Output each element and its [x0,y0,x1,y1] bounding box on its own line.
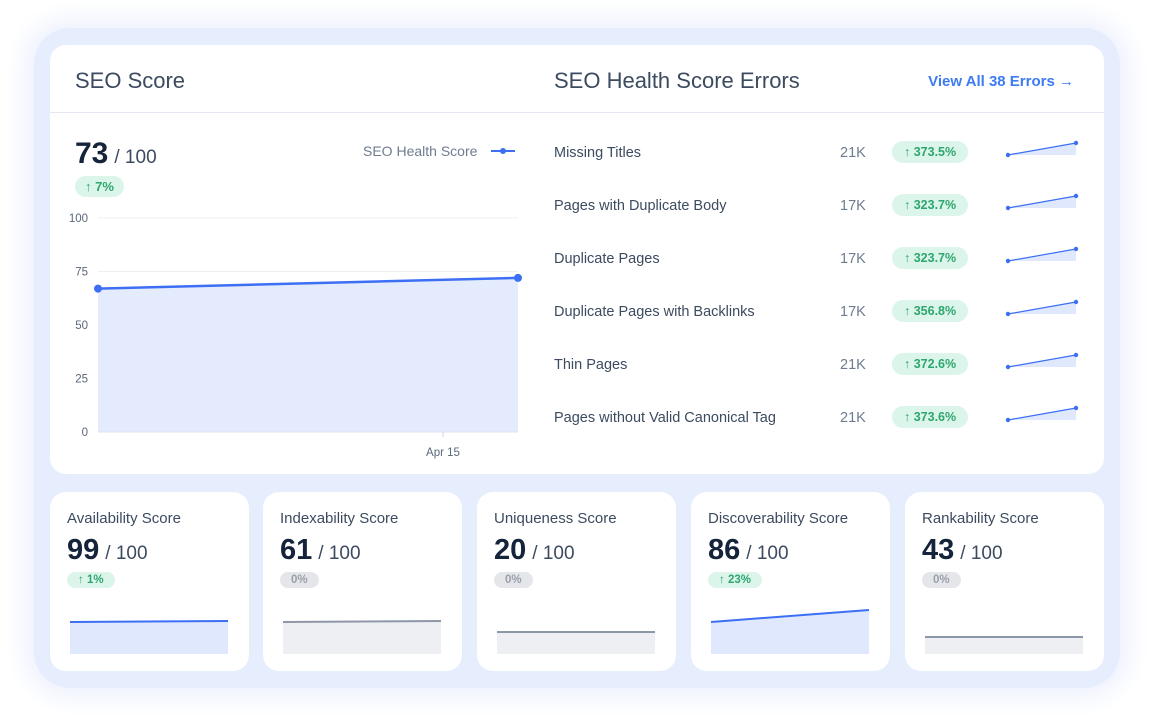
y-tick-label: 25 [75,374,88,386]
seo-score-value: 73/ 100 [75,137,157,170]
score-value: 99/ 100 [67,534,148,566]
area-fill [98,277,518,432]
error-change-badge: ↑ 323.7% [892,247,969,269]
score-title: Uniqueness Score [494,510,617,527]
error-label: Thin Pages [554,357,628,373]
error-sparkline [1005,299,1079,317]
score-value: 61/ 100 [280,534,361,566]
score-card: Uniqueness Score 20/ 100 0% [477,492,676,671]
score-sparkline [497,631,655,654]
error-count: 21K [840,145,866,161]
error-label: Pages without Valid Canonical Tag [554,410,776,426]
error-row[interactable]: Pages with Duplicate Body 17K ↑ 323.7% [554,193,1084,218]
y-tick-label: 100 [69,213,88,225]
error-row[interactable]: Pages without Valid Canonical Tag 21K ↑ … [554,405,1084,430]
error-sparkline [1005,352,1079,370]
error-change-badge: ↑ 323.7% [892,194,969,216]
score-sparkline [925,636,1083,654]
errors-title: SEO Health Score Errors [554,68,800,93]
error-change-badge: ↑ 373.6% [892,406,969,428]
score-title: Rankability Score [922,510,1039,527]
score-title: Indexability Score [280,510,399,527]
x-tick-label: Apr 15 [426,447,460,459]
score-value: 43/ 100 [922,534,1003,566]
data-point [94,284,102,293]
error-row[interactable]: Duplicate Pages 17K ↑ 323.7% [554,246,1084,271]
error-change-badge: ↑ 373.5% [892,141,969,163]
view-all-errors-link[interactable]: View All 38 Errors → [928,73,1074,90]
chart-legend: SEO Health Score [363,143,519,159]
error-count: 17K [840,198,866,214]
score-change-badge: 0% [280,572,319,588]
error-count: 21K [840,410,866,426]
score-change-badge: 0% [922,572,961,588]
legend-label: SEO Health Score [363,143,478,159]
score-card: Availability Score 99/ 100 ↑ 1% [50,492,249,671]
error-label: Pages with Duplicate Body [554,198,727,214]
seo-score-title: SEO Score [75,68,186,93]
error-row[interactable]: Missing Titles 21K ↑ 373.5% [554,140,1084,165]
seo-score-change-badge: ↑ 7% [75,176,124,197]
score-title: Discoverability Score [708,510,849,527]
error-sparkline [1005,193,1079,211]
header-divider [50,112,1104,113]
error-count: 17K [840,304,866,320]
y-tick-label: 50 [75,320,88,332]
legend-line-icon [491,148,516,154]
error-count: 17K [840,251,866,267]
error-count: 21K [840,357,866,373]
error-sparkline [1005,246,1079,264]
error-row[interactable]: Thin Pages 21K ↑ 372.6% [554,352,1084,377]
score-value: 20/ 100 [494,534,575,566]
error-label: Duplicate Pages with Backlinks [554,304,755,320]
seo-score-card: SEO Score SEO Health Score Errors View A… [50,45,1104,474]
score-sparkline [283,620,441,654]
score-change-badge: ↑ 23% [708,572,762,588]
error-row[interactable]: Duplicate Pages with Backlinks 17K ↑ 356… [554,299,1084,324]
data-point [514,273,522,282]
error-label: Missing Titles [554,145,642,161]
error-change-badge: ↑ 356.8% [892,300,969,322]
y-tick-label: 0 [82,427,88,439]
score-card: Indexability Score 61/ 100 0% [263,492,462,671]
y-tick-label: 75 [75,267,88,279]
score-change-badge: 0% [494,572,533,588]
seo-score-chart: 100 75 50 25 0 Apr 15 [69,213,522,459]
error-sparkline [1005,140,1079,158]
error-sparkline [1005,405,1079,423]
score-card: Discoverability Score 86/ 100 ↑ 23% [691,492,890,671]
score-title: Availability Score [67,510,181,527]
score-value: 86/ 100 [708,534,789,566]
score-card: Rankability Score 43/ 100 0% [905,492,1104,671]
error-change-badge: ↑ 372.6% [892,353,969,375]
error-label: Duplicate Pages [554,251,660,267]
score-sparkline [70,620,228,654]
score-sparkline [711,609,869,654]
score-change-badge: ↑ 1% [67,572,115,588]
